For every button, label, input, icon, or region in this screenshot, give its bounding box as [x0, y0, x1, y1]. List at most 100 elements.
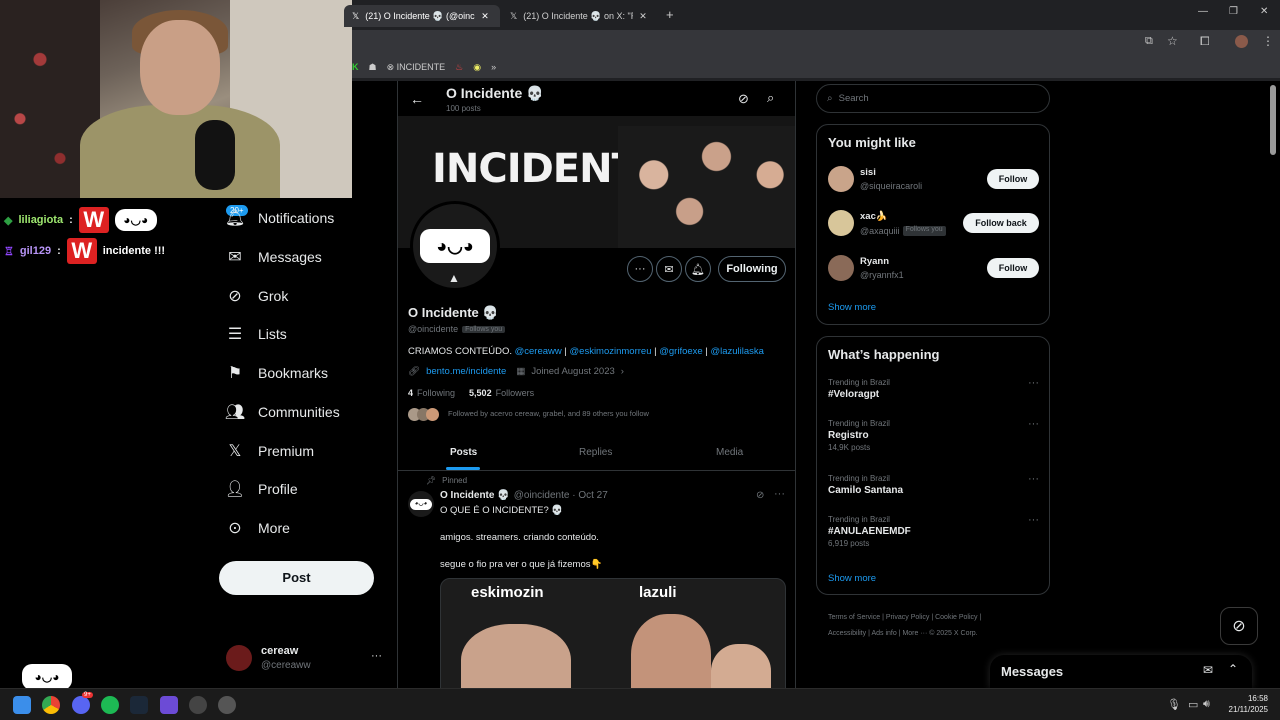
new-message-icon[interactable]: ✉ — [1203, 663, 1213, 677]
post-avatar[interactable]: ◕◡◕ — [408, 491, 434, 517]
show-more-link[interactable]: Show more — [828, 573, 876, 584]
footer-line[interactable]: Terms of Service | Privacy Policy | Cook… — [828, 610, 1048, 626]
tab-replies[interactable]: Replies — [579, 447, 612, 458]
discord-icon[interactable] — [72, 696, 90, 714]
following-button[interactable]: Following — [718, 256, 786, 282]
nav-messages[interactable]: ✉ Messages — [226, 245, 322, 269]
post-button[interactable]: Post — [219, 561, 374, 595]
suggestion-name[interactable]: xac🍌 — [860, 211, 888, 222]
suggestion-avatar[interactable] — [828, 255, 854, 281]
fire-icon[interactable]: ♨ — [455, 62, 463, 73]
trend-item[interactable]: Trending in Brazil Registro 14,9K posts — [828, 419, 890, 452]
post-more-icon[interactable]: ··· — [774, 488, 785, 500]
messages-dock[interactable]: Messages ✉ ⌃ — [990, 655, 1252, 688]
close-window-icon[interactable]: ✕ — [1260, 6, 1268, 17]
followed-by-avatars[interactable] — [408, 408, 439, 421]
bio-mention[interactable]: @eskimozinmorreu — [570, 346, 652, 357]
cast-icon[interactable]: ⧉ — [1145, 35, 1153, 48]
show-more-link[interactable]: Show more — [828, 302, 876, 313]
post-image[interactable]: eskimozin lazuli — [440, 578, 786, 688]
trend-more-icon[interactable]: ··· — [1028, 514, 1039, 526]
address-bar-row[interactable] — [352, 30, 1280, 56]
account-avatar[interactable] — [226, 645, 252, 671]
close-icon[interactable]: ✕ — [481, 11, 489, 22]
trend-more-icon[interactable]: ··· — [1028, 473, 1039, 485]
star-icon[interactable]: ☆ — [1167, 34, 1178, 48]
followers-label[interactable]: Followers — [496, 388, 535, 398]
nav-bookmarks[interactable]: ⚑ Bookmarks — [226, 361, 328, 385]
following-count[interactable]: 4 — [408, 388, 413, 398]
trend-item[interactable]: Trending in Brazil #Veloragpt — [828, 378, 890, 402]
trend-more-icon[interactable]: ··· — [1028, 418, 1039, 430]
search-icon[interactable]: ⌕ — [767, 90, 774, 106]
followers-count[interactable]: 5,502 — [469, 388, 492, 398]
nav-premium[interactable]: 𝕏 Premium — [226, 439, 314, 463]
follow-button[interactable]: Follow — [987, 258, 1039, 278]
app-icon[interactable] — [189, 696, 207, 714]
follow-back-button[interactable]: Follow back — [963, 213, 1039, 233]
nav-more[interactable]: ⊙ More — [226, 516, 290, 540]
message-button[interactable]: ✉ — [656, 256, 682, 282]
suggestion-avatar[interactable] — [828, 210, 854, 236]
image-label: lazuli — [639, 584, 677, 601]
nav-grok[interactable]: ⊘ Grok — [226, 284, 288, 308]
bio-mention[interactable]: @lazulilaska — [710, 346, 763, 357]
person-photo — [461, 624, 571, 688]
footer-links[interactable]: Terms of Service | Privacy Policy | Cook… — [828, 610, 1048, 642]
network-icon[interactable]: ▭ — [1188, 698, 1198, 711]
minimize-icon[interactable]: — — [1198, 6, 1208, 17]
windows-start-icon[interactable] — [13, 696, 31, 714]
followed-by-text[interactable]: Followed by acervo cereaw, grabel, and 8… — [448, 409, 649, 418]
steam-icon[interactable] — [130, 696, 148, 714]
browser-tab-2[interactable]: 𝕏 (21) O Incidente 💀 on X: "RES ✕ — [502, 5, 658, 27]
more-options-button[interactable]: ··· — [627, 256, 653, 282]
nav-profile[interactable]: 👤︎ Profile — [225, 477, 298, 501]
more-bookmarks-icon[interactable]: » — [491, 62, 496, 72]
back-arrow-icon[interactable]: ← — [410, 91, 424, 107]
suggestion-name[interactable]: sisi — [860, 167, 876, 178]
bio-mention[interactable]: @grifoexe — [659, 346, 702, 357]
app-icon[interactable] — [160, 696, 178, 714]
profile-link[interactable]: bento.me/incidente — [426, 366, 506, 377]
nav-communities[interactable]: 👥︎ Communities — [225, 400, 340, 424]
grok-icon[interactable]: ⊘ — [738, 91, 749, 107]
account-more-icon[interactable]: ··· — [371, 650, 382, 662]
following-label[interactable]: Following — [417, 388, 455, 398]
browser-tab-1[interactable]: 𝕏 (21) O Incidente 💀 (@oincide ✕ — [344, 5, 500, 27]
notify-button[interactable]: 🔔︎ — [685, 256, 711, 282]
volume-icon[interactable]: 🔊︎ — [1203, 698, 1210, 711]
clock[interactable]: 16:58 21/11/2025 — [1228, 694, 1268, 714]
new-tab-icon[interactable]: + — [666, 7, 674, 22]
obs-icon[interactable] — [218, 696, 236, 714]
chrome-icon[interactable] — [42, 696, 60, 714]
spotify-icon[interactable] — [101, 696, 119, 714]
grok-floating-button[interactable]: ⊘ — [1220, 607, 1258, 645]
bookmark-icon[interactable]: ◉ — [473, 62, 481, 73]
restore-icon[interactable]: ❐ — [1229, 6, 1238, 17]
extensions-icon[interactable]: ⧠ — [1200, 34, 1210, 49]
nav-lists[interactable]: ☰ Lists — [226, 322, 287, 346]
nav-notifications[interactable]: 🔔︎ Notifications — [225, 206, 334, 230]
close-icon[interactable]: ✕ — [639, 11, 647, 22]
trend-item[interactable]: Trending in Brazil Camilo Santana — [828, 474, 903, 498]
post-author[interactable]: O Incidente 💀 — [440, 490, 510, 501]
menu-icon[interactable]: ⋮ — [1262, 34, 1274, 48]
suggestion-name[interactable]: Ryann — [860, 256, 889, 267]
bookmark-icon[interactable]: ☗ — [369, 62, 377, 73]
bio-mention[interactable]: @cereaww — [515, 346, 562, 357]
bookmark-incidente[interactable]: ⊗ INCIDENTE — [387, 62, 446, 73]
grok-icon[interactable]: ⊘ — [756, 490, 764, 501]
footer-line[interactable]: Accessibility | Ads info | More ··· © 20… — [828, 626, 1048, 642]
tab-media[interactable]: Media — [716, 447, 743, 458]
profile-avatar[interactable] — [1235, 35, 1248, 48]
chevron-up-icon[interactable]: ⌃ — [1228, 662, 1238, 676]
tab-posts[interactable]: Posts — [450, 447, 477, 458]
search-input[interactable]: ⌕ Search — [816, 84, 1050, 113]
microphone-icon[interactable]: 🎙︎ — [1167, 698, 1181, 711]
suggestion-avatar[interactable] — [828, 166, 854, 192]
kick-icon[interactable]: K — [352, 62, 359, 72]
trend-item[interactable]: Trending in Brazil #ANULAENEMDF 6,919 po… — [828, 515, 911, 548]
scrollbar-thumb[interactable] — [1270, 85, 1276, 155]
trend-more-icon[interactable]: ··· — [1028, 377, 1039, 389]
follow-button[interactable]: Follow — [987, 169, 1039, 189]
